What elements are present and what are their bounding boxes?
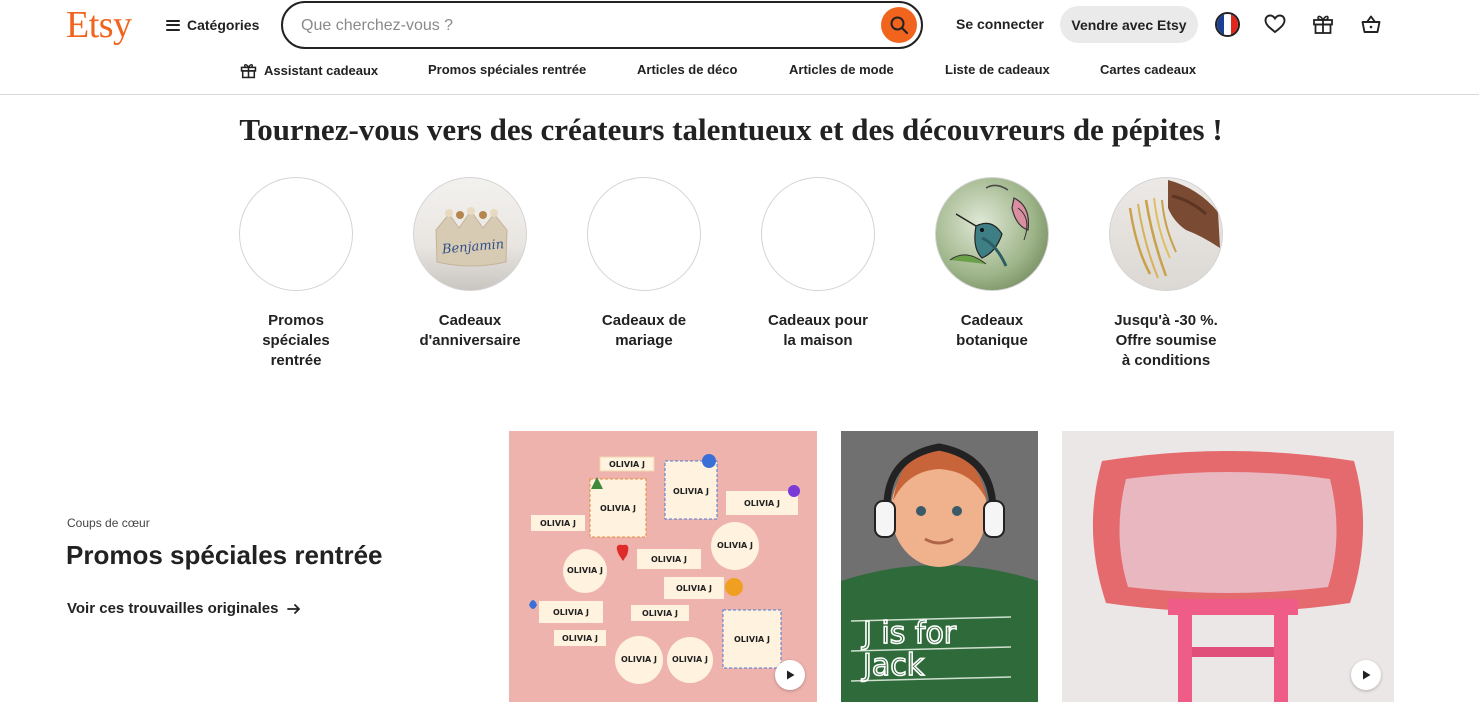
svg-text:OLIVIA J: OLIVIA J — [734, 635, 770, 644]
category-label: Cadeaux botanique — [956, 312, 1028, 349]
search-button[interactable] — [881, 7, 917, 43]
circle-category-botanical[interactable]: Cadeaux botanique — [917, 177, 1067, 351]
category-image: Benjamin — [413, 177, 527, 291]
arrow-right-icon — [287, 603, 301, 614]
play-video-button[interactable] — [775, 660, 805, 690]
jewelry-hand-image — [1128, 180, 1220, 279]
circle-category-home[interactable]: Cadeaux pour la maison — [743, 177, 893, 351]
subnav-item-home-decor[interactable]: Articles de déco — [637, 62, 737, 77]
categories-label: Catégories — [187, 17, 260, 33]
category-label: Cadeaux de mariage — [601, 312, 687, 349]
circle-category-sale[interactable]: Jusqu'à -30 %. Offre soumise à conditions — [1091, 177, 1241, 371]
flag-icon[interactable] — [1215, 12, 1240, 37]
category-subnav: Assistant cadeaux Promos spéciales rentr… — [0, 62, 1479, 82]
svg-text:OLIVIA J: OLIVIA J — [642, 609, 678, 618]
categories-button[interactable]: Catégories — [166, 12, 259, 38]
svg-text:OLIVIA J: OLIVIA J — [621, 655, 657, 664]
play-icon — [1363, 670, 1371, 680]
heart-icon — [1264, 14, 1286, 34]
gift-icon — [240, 63, 257, 79]
category-label: Jusqu'à -30 %. Offre soumise à conditions — [1114, 312, 1218, 369]
svg-text:J is for: J is for — [861, 616, 957, 651]
favorites-button[interactable] — [1263, 12, 1287, 36]
svg-text:OLIVIA J: OLIVIA J — [673, 487, 709, 496]
subnav-item-gift-cards[interactable]: Cartes cadeaux — [1100, 62, 1196, 77]
feature-link[interactable]: Voir ces trouvailles originales — [67, 600, 301, 617]
svg-text:Jack: Jack — [861, 648, 925, 683]
feature-tile-name-labels[interactable]: OLIVIA J OLIVIA J OLIVIA J OLIVIA J OLIV… — [509, 431, 817, 702]
category-label: Cadeaux d'anniversaire — [419, 312, 521, 349]
category-image — [239, 177, 353, 291]
site-header: Etsy Catégories Se connecter Vendre avec… — [0, 0, 1479, 95]
svg-text:OLIVIA J: OLIVIA J — [672, 655, 708, 664]
gift-icon — [1313, 15, 1333, 34]
name-labels-image: OLIVIA J OLIVIA J OLIVIA J OLIVIA J OLIV… — [529, 454, 800, 684]
svg-text:OLIVIA J: OLIVIA J — [562, 634, 598, 643]
circle-category-wedding[interactable]: Cadeaux de mariage — [569, 177, 719, 351]
basket-icon — [1361, 15, 1381, 33]
svg-text:OLIVIA J: OLIVIA J — [676, 584, 712, 593]
subnav-item-gift-list[interactable]: Liste de cadeaux — [945, 62, 1050, 77]
play-video-button[interactable] — [1351, 660, 1381, 690]
feature-eyebrow: Coups de cœur — [67, 516, 150, 530]
sell-with-etsy-button[interactable]: Vendre avec Etsy — [1060, 6, 1198, 43]
cart-button[interactable] — [1359, 12, 1383, 36]
category-image — [587, 177, 701, 291]
etsy-logo[interactable]: Etsy — [66, 3, 132, 47]
subnav-item-fashion[interactable]: Articles de mode — [789, 62, 894, 77]
pillow-image — [1062, 431, 1394, 702]
svg-text:OLIVIA J: OLIVIA J — [609, 460, 645, 469]
subnav-item-gift-assistant[interactable]: Assistant cadeaux — [240, 62, 378, 79]
svg-text:OLIVIA J: OLIVIA J — [651, 555, 687, 564]
crown-image: Benjamin — [435, 207, 508, 267]
subnav-label: Assistant cadeaux — [264, 63, 379, 78]
subnav-item-back-to-school[interactable]: Promos spéciales rentrée — [428, 62, 586, 77]
svg-text:OLIVIA J: OLIVIA J — [717, 541, 753, 550]
menu-icon — [166, 19, 180, 31]
search-input[interactable] — [301, 14, 861, 38]
category-image — [1109, 177, 1223, 291]
circle-category-birthday[interactable]: Benjamin Cadeaux d'anniversaire — [395, 177, 545, 351]
circle-category-back-to-school[interactable]: Promos spéciales rentrée — [221, 177, 371, 371]
category-image — [935, 177, 1049, 291]
gift-button[interactable] — [1311, 12, 1335, 36]
svg-text:OLIVIA J: OLIVIA J — [600, 504, 636, 513]
svg-text:OLIVIA J: OLIVIA J — [540, 519, 576, 528]
svg-text:OLIVIA J: OLIVIA J — [553, 608, 589, 617]
feature-link-label: Voir ces trouvailles originales — [67, 600, 279, 617]
svg-text:OLIVIA J: OLIVIA J — [744, 499, 780, 508]
category-label: Promos spéciales rentrée — [262, 312, 330, 369]
category-image — [761, 177, 875, 291]
feature-tile-kid-shirt[interactable]: J is for Jack — [841, 431, 1038, 702]
page-heading: Tournez-vous vers des créateurs talentue… — [239, 112, 1223, 147]
signin-link[interactable]: Se connecter — [956, 16, 1044, 32]
search-bar — [281, 1, 923, 49]
search-icon — [890, 16, 909, 35]
boy-image: J is for Jack — [841, 431, 1038, 702]
feature-title: Promos spéciales rentrée — [66, 540, 383, 570]
svg-text:OLIVIA J: OLIVIA J — [567, 566, 603, 575]
feature-tile-pillow[interactable] — [1062, 431, 1394, 702]
hummingbird-image — [949, 184, 1030, 267]
play-icon — [787, 670, 795, 680]
category-label: Cadeaux pour la maison — [767, 312, 869, 349]
